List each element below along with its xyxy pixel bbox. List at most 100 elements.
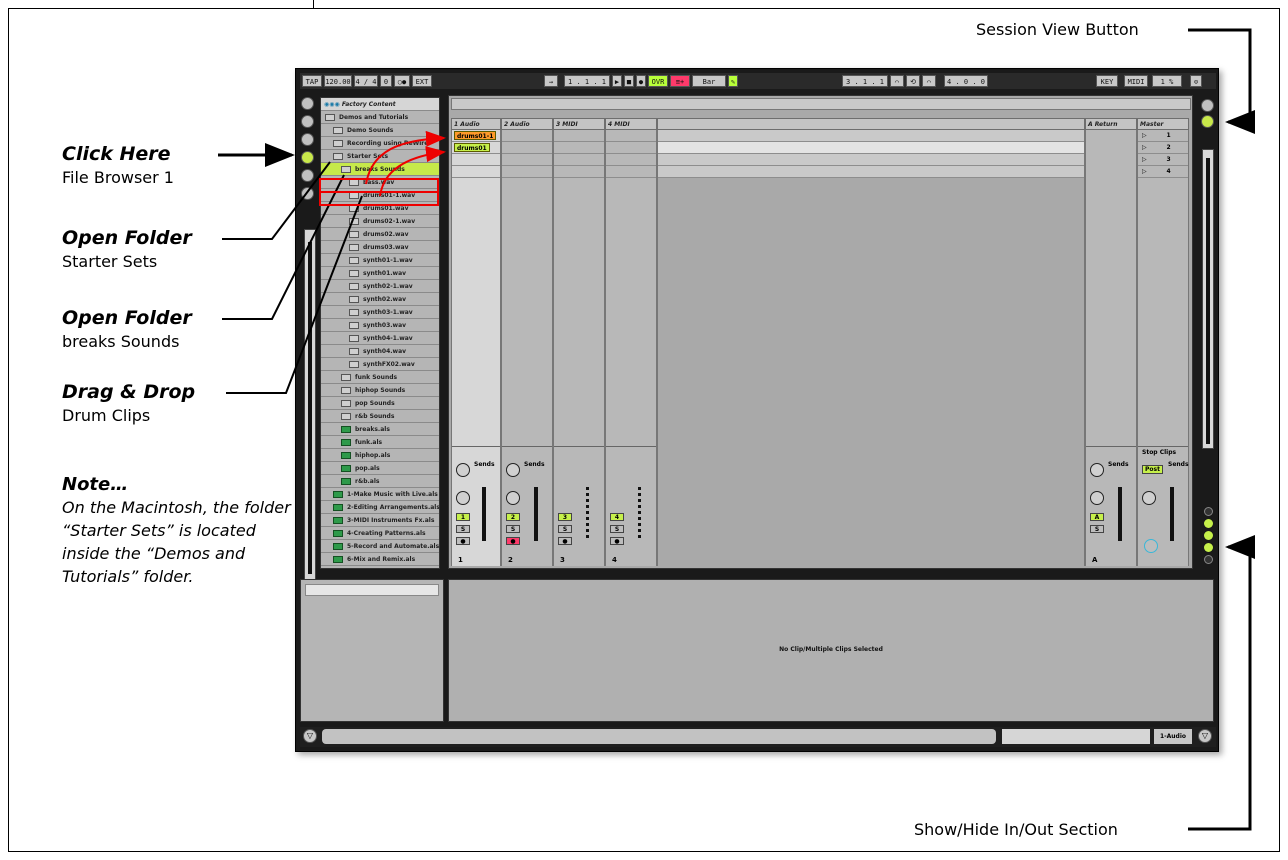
hide-browser-button[interactable]	[301, 97, 314, 110]
session-view-button[interactable]	[1201, 115, 1214, 128]
send-a-knob[interactable]	[506, 463, 520, 477]
solo-button[interactable]: S	[1090, 525, 1104, 533]
show-detail-view-button[interactable]: ▽	[1198, 729, 1212, 743]
track-activator[interactable]: 3	[558, 513, 572, 521]
clip-slot[interactable]	[502, 142, 552, 154]
time-signature-field[interactable]: 4 / 4	[354, 75, 378, 87]
browser-item[interactable]: Demo Sounds	[321, 124, 439, 137]
clip-slot[interactable]	[606, 142, 656, 154]
session-scroll-thumb[interactable]	[1206, 158, 1210, 444]
browser-item[interactable]: pop Sounds	[321, 397, 439, 410]
clip-slot[interactable]	[554, 130, 604, 142]
crossfader-toggle[interactable]	[1204, 555, 1213, 564]
browser-item[interactable]: 1-Make Music with Live.als	[321, 488, 439, 501]
browser-item[interactable]: drums01.wav	[321, 202, 439, 215]
selected-track-label[interactable]: 1-Audio	[1154, 729, 1192, 744]
punch-out-button[interactable]: ⌒	[922, 75, 936, 87]
draw-mode-button[interactable]: ✎	[728, 75, 738, 87]
track-header-1[interactable]: 1 Audio	[451, 118, 501, 130]
track-activator[interactable]: A	[1090, 513, 1104, 521]
track-header-3[interactable]: 3 MIDI	[553, 118, 605, 130]
scene-launch[interactable]: ▷ 1	[1138, 130, 1188, 142]
stop-clips-button[interactable]: Stop Clips	[1142, 449, 1176, 456]
solo-button[interactable]: S	[558, 525, 572, 533]
solo-button[interactable]: S	[610, 525, 624, 533]
track-activator[interactable]: 2	[506, 513, 520, 521]
browser-item[interactable]: funk Sounds	[321, 371, 439, 384]
scene-launch[interactable]: ▷ 2	[1138, 142, 1188, 154]
browser-item[interactable]: hiphop Sounds	[321, 384, 439, 397]
volume-meter[interactable]	[482, 487, 486, 541]
browser-item[interactable]: Recording using ReWire	[321, 137, 439, 150]
quantization-menu[interactable]: Bar	[692, 75, 726, 87]
clip-slot[interactable]	[606, 130, 656, 142]
browser-item[interactable]: drums01-1.wav	[321, 189, 439, 202]
key-map-button[interactable]: KEY	[1096, 75, 1118, 87]
browser-item[interactable]: synthFX02.wav	[321, 358, 439, 371]
browser-item[interactable]: bass.wav	[321, 176, 439, 189]
browser-item[interactable]: 4-Creating Patterns.als	[321, 527, 439, 540]
file-browser-1-button[interactable]	[301, 151, 314, 164]
track-activator[interactable]: 1	[456, 513, 470, 521]
volume-meter[interactable]	[1118, 487, 1122, 541]
browser-item[interactable]: Starter Sets	[321, 150, 439, 163]
file-browser-3-button[interactable]	[301, 187, 314, 200]
loop-start-field[interactable]: 3 . 1 . 1	[842, 75, 888, 87]
browser-item[interactable]: synth01.wav	[321, 267, 439, 280]
browser-item[interactable]: r&b.als	[321, 475, 439, 488]
play-button[interactable]: ▶	[612, 75, 622, 87]
pan-knob[interactable]	[456, 491, 470, 505]
punch-button[interactable]: ≡+	[670, 75, 690, 87]
clip-slot[interactable]: drums01-1	[452, 130, 500, 142]
song-position-field[interactable]: 1 . 1 . 1	[564, 75, 610, 87]
browser-item[interactable]: funk.als	[321, 436, 439, 449]
master-track-header[interactable]: Master	[1137, 118, 1189, 130]
browser-item[interactable]: 5-Record and Automate.als	[321, 540, 439, 553]
quantize-field[interactable]: 0	[380, 75, 392, 87]
browser-scrollbar[interactable]	[304, 229, 316, 585]
clip-slot[interactable]: drums01	[452, 142, 500, 154]
io-section-toggle[interactable]	[1204, 507, 1213, 516]
session-overview[interactable]	[451, 98, 1191, 110]
scene-launch[interactable]: ▷ 3	[1138, 154, 1188, 166]
scene-launch[interactable]: ▷ 4	[1138, 166, 1188, 178]
send-a-knob[interactable]	[456, 463, 470, 477]
clip-slot[interactable]	[502, 166, 552, 178]
record-button[interactable]: ●	[636, 75, 646, 87]
returns-toggle[interactable]	[1204, 531, 1213, 540]
metronome-button[interactable]: ○●	[394, 75, 410, 87]
browser-item[interactable]: hiphop.als	[321, 449, 439, 462]
browser-item[interactable]: breaks.als	[321, 423, 439, 436]
solo-button[interactable]: S	[506, 525, 520, 533]
clip-slot[interactable]	[554, 166, 604, 178]
clip-slot[interactable]	[452, 154, 500, 166]
file-browser-2-button[interactable]	[301, 169, 314, 182]
clip-slot[interactable]	[452, 166, 500, 178]
arm-button[interactable]: ●	[610, 537, 624, 545]
plugin-browser-button[interactable]	[301, 133, 314, 146]
master-volume-meter[interactable]	[1170, 487, 1174, 541]
track-activator[interactable]: 4	[610, 513, 624, 521]
session-scrollbar[interactable]	[1202, 149, 1214, 449]
post-button[interactable]: Post	[1142, 465, 1163, 474]
loop-switch-button[interactable]: ⟲	[906, 75, 920, 87]
browser-item[interactable]: synth04-1.wav	[321, 332, 439, 345]
browser-item[interactable]: synth02-1.wav	[321, 280, 439, 293]
clip-slot[interactable]	[554, 154, 604, 166]
clip-drums01[interactable]: drums01	[454, 143, 490, 152]
browser-item[interactable]: drums03.wav	[321, 241, 439, 254]
stop-button[interactable]: ■	[624, 75, 634, 87]
browser-item[interactable]: drums02-1.wav	[321, 215, 439, 228]
track-header-2[interactable]: 2 Audio	[501, 118, 553, 130]
ext-sync-button[interactable]: EXT	[412, 75, 432, 87]
clip-slot[interactable]	[502, 154, 552, 166]
clip-slot[interactable]	[502, 130, 552, 142]
browser-scroll-thumb[interactable]	[308, 242, 312, 574]
volume-meter[interactable]	[534, 487, 538, 541]
browser-item[interactable]: synth03.wav	[321, 319, 439, 332]
device-browser-button[interactable]	[301, 115, 314, 128]
pan-knob[interactable]	[1090, 491, 1104, 505]
arm-button[interactable]: ●	[456, 537, 470, 545]
cue-volume-knob[interactable]	[1144, 539, 1158, 553]
pan-knob[interactable]	[506, 491, 520, 505]
